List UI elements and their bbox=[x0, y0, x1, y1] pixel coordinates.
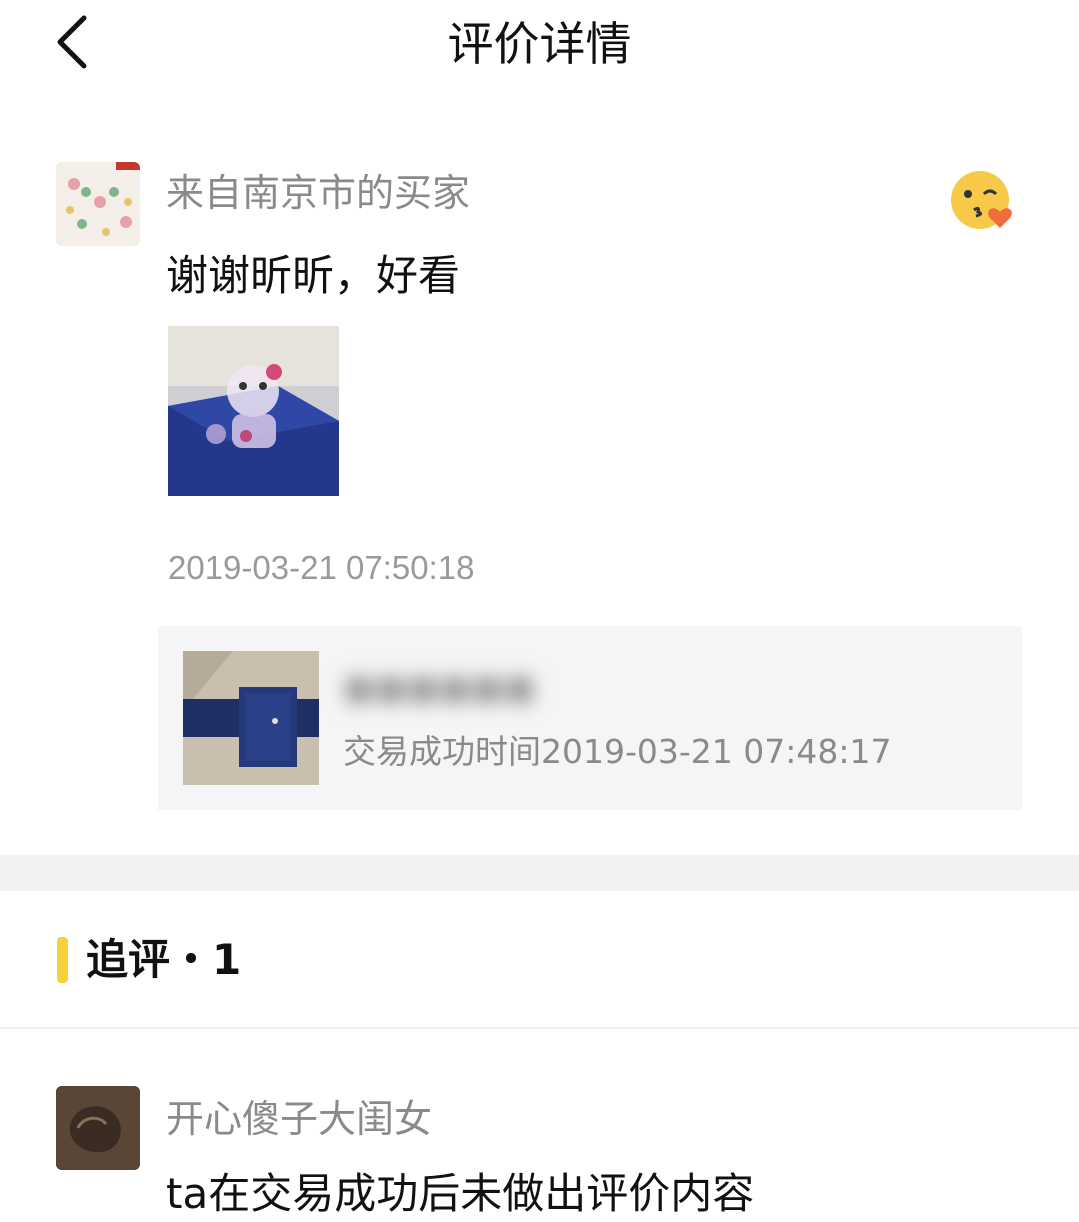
review-timestamp: 2019-03-21 07:50:18 bbox=[168, 549, 475, 586]
avatar[interactable] bbox=[56, 1086, 140, 1170]
followup-section-header: 追评・1 bbox=[0, 925, 1079, 1005]
followup-text: ta在交易成功后未做出评价内容 bbox=[166, 1169, 755, 1218]
section-divider bbox=[0, 855, 1079, 891]
review-photo[interactable] bbox=[168, 326, 339, 496]
trade-success-time: 交易成功时间2019-03-21 07:48:17 bbox=[343, 732, 892, 771]
review-text: 谢谢昕昕，好看 bbox=[166, 251, 461, 300]
avatar[interactable] bbox=[56, 162, 140, 246]
avatar-image bbox=[56, 1086, 140, 1170]
reviewer-name: 来自南京市的买家 bbox=[166, 171, 471, 215]
product-thumbnail bbox=[183, 651, 319, 785]
followup-username: 开心傻子大闺女 bbox=[166, 1097, 433, 1141]
kiss-face-emoji-icon bbox=[948, 168, 1020, 232]
header-bar: 评价详情 bbox=[0, 0, 1079, 95]
product-card[interactable]: ■■■■■■ 交易成功时间2019-03-21 07:48:17 bbox=[158, 626, 1022, 810]
followup-section-title: 追评・1 bbox=[86, 935, 242, 984]
page-title: 评价详情 bbox=[447, 17, 632, 71]
divider-line bbox=[0, 1027, 1079, 1029]
section-accent-bar bbox=[57, 937, 68, 983]
avatar-image bbox=[56, 162, 140, 246]
product-name: ■■■■■■ bbox=[343, 668, 536, 708]
